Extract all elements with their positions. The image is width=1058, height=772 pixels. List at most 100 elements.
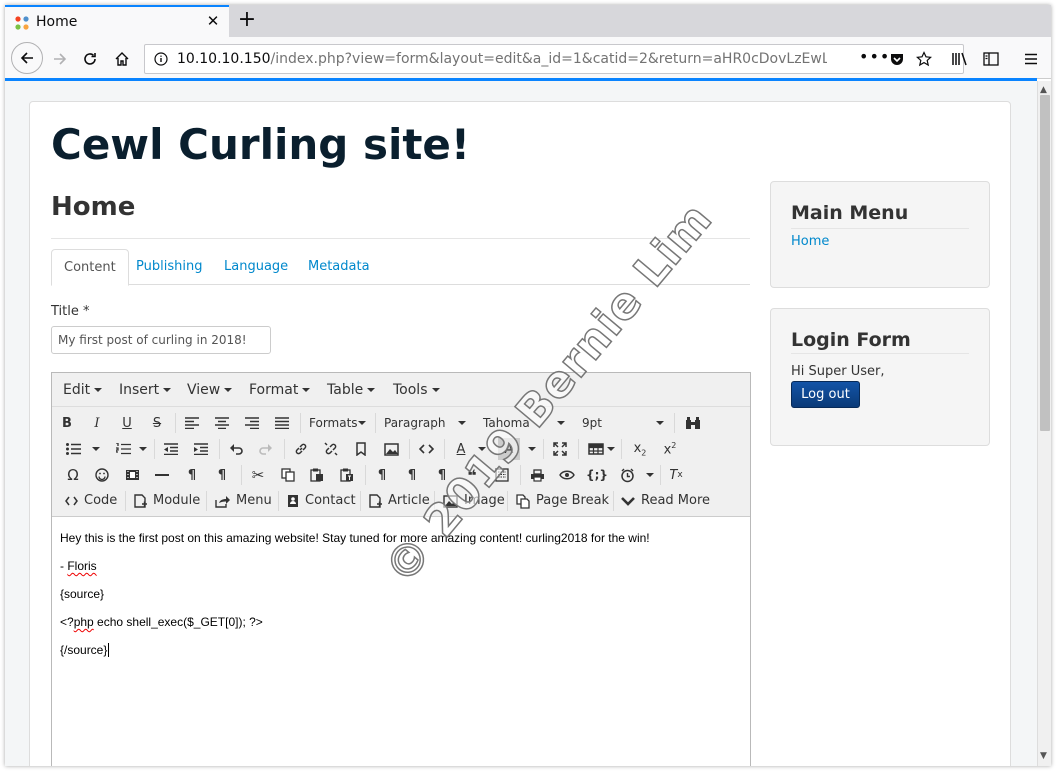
nonbreaking-icon[interactable]: ¶	[431, 464, 453, 486]
pocket-icon[interactable]	[889, 51, 905, 71]
chevron-down-icon[interactable]	[478, 438, 486, 460]
tab-metadata[interactable]: Metadata	[296, 249, 382, 285]
home-button[interactable]	[109, 46, 135, 72]
content-paragraph: Hey this is the first post on this amazi…	[60, 531, 650, 545]
info-icon[interactable]	[154, 52, 168, 70]
blockquote-icon[interactable]: ❝	[461, 464, 483, 486]
underline-button[interactable]: U	[116, 412, 138, 434]
ltr-direction-icon[interactable]: ¶	[181, 464, 203, 486]
menu-table[interactable]: Table	[327, 382, 375, 398]
tab-content[interactable]: Content	[51, 249, 129, 286]
chevron-down-icon[interactable]	[92, 438, 100, 460]
align-right-icon[interactable]	[241, 412, 263, 434]
outdent-icon[interactable]	[160, 438, 182, 460]
link-icon[interactable]	[290, 438, 312, 460]
menu-insert[interactable]: Insert	[119, 382, 171, 398]
browser-tab[interactable]: Home ✕	[5, 5, 229, 37]
forward-button[interactable]	[47, 46, 73, 72]
insert-image-icon[interactable]	[380, 438, 402, 460]
align-left-icon[interactable]	[181, 412, 203, 434]
unlink-icon[interactable]	[320, 438, 342, 460]
main-menu-home-link[interactable]: Home	[791, 234, 829, 249]
back-button[interactable]	[11, 42, 43, 74]
article-button[interactable]: Article	[369, 490, 430, 512]
block-format-dropdown[interactable]: Paragraph	[384, 412, 466, 434]
fullscreen-icon[interactable]	[549, 438, 571, 460]
title-input[interactable]: My first post of curling in 2018!	[51, 326, 271, 354]
paste-text-icon[interactable]	[336, 464, 358, 486]
numbered-list-icon[interactable]	[112, 438, 134, 460]
background-color-icon[interactable]: A	[498, 438, 520, 460]
page-scrollbar[interactable]: ▲ ▼	[1037, 81, 1051, 766]
scroll-down-arrow-icon[interactable]: ▼	[1040, 751, 1047, 761]
indent-icon[interactable]	[190, 438, 212, 460]
preview-eye-icon[interactable]	[556, 464, 578, 486]
site-title[interactable]: Cewl Curling site!	[51, 120, 470, 169]
clear-formatting-icon[interactable]: Tx	[665, 464, 687, 486]
bullet-list-icon[interactable]	[62, 438, 84, 460]
redo-icon[interactable]	[255, 438, 277, 460]
bookmark-star-icon[interactable]	[916, 51, 932, 71]
url-text: 10.10.10.150/index.php?view=form&layout=…	[177, 51, 827, 67]
read-more-button[interactable]: Read More	[621, 490, 710, 512]
menu-tools[interactable]: Tools	[393, 382, 440, 398]
italic-button[interactable]: I	[86, 412, 108, 434]
tab-publishing[interactable]: Publishing	[124, 249, 214, 285]
menu-format[interactable]: Format	[249, 382, 310, 398]
menu-link-button[interactable]: Menu	[215, 490, 272, 512]
code-button[interactable]: Code	[65, 490, 117, 512]
show-blocks-pilcrow-icon[interactable]: ¶	[371, 464, 393, 486]
chevron-down-icon[interactable]	[528, 438, 536, 460]
superscript-icon[interactable]: x2	[659, 438, 681, 460]
undo-icon[interactable]	[225, 438, 247, 460]
media-film-icon[interactable]	[121, 464, 143, 486]
page-break-button[interactable]: Page Break	[516, 490, 609, 512]
scrollbar-thumb[interactable]	[1040, 95, 1050, 431]
strikethrough-button[interactable]: S	[146, 412, 168, 434]
tab-language[interactable]: Language	[212, 249, 300, 285]
emoticons-icon[interactable]	[91, 464, 113, 486]
menu-button[interactable]	[1018, 46, 1044, 72]
scroll-up-arrow-icon[interactable]: ▲	[1040, 85, 1047, 95]
chevron-down-icon[interactable]	[139, 438, 147, 460]
rtl-direction-icon[interactable]: ¶	[211, 464, 233, 486]
text-color-icon[interactable]: A	[450, 438, 472, 460]
address-bar[interactable]: 10.10.10.150/index.php?view=form&layout=…	[144, 44, 964, 74]
special-character-omega-icon[interactable]: Ω	[62, 464, 84, 486]
image-button[interactable]: Image	[443, 490, 505, 512]
misspelled-word: php	[73, 615, 94, 629]
sidebar-button[interactable]	[978, 46, 1004, 72]
insert-datetime-clock-icon[interactable]	[616, 464, 638, 486]
subscript-icon[interactable]: x2	[629, 438, 651, 460]
menu-view[interactable]: View	[187, 382, 232, 398]
print-icon[interactable]	[526, 464, 548, 486]
horizontal-rule-icon[interactable]	[151, 464, 173, 486]
copy-icon[interactable]	[277, 464, 299, 486]
formats-dropdown[interactable]: Formats	[309, 412, 366, 434]
library-button[interactable]	[947, 46, 973, 72]
module-button[interactable]: Module	[134, 490, 200, 512]
contact-button[interactable]: Contact	[287, 490, 356, 512]
menu-edit[interactable]: Edit	[63, 382, 102, 398]
visual-chars-pilcrow-icon[interactable]: ¶	[401, 464, 423, 486]
chevron-down-icon[interactable]	[646, 464, 654, 486]
logout-button[interactable]: Log out	[791, 381, 860, 408]
font-family-dropdown[interactable]: Tahoma	[483, 412, 565, 434]
find-replace-binoculars-icon[interactable]	[682, 412, 704, 434]
bold-button[interactable]: B	[56, 412, 78, 434]
chevron-down-icon[interactable]	[607, 438, 615, 460]
paste-icon[interactable]	[306, 464, 328, 486]
new-tab-button[interactable]: +	[235, 9, 259, 33]
page-actions-icon[interactable]: •••	[859, 47, 890, 66]
close-tab-icon[interactable]: ✕	[203, 11, 223, 31]
align-center-icon[interactable]	[211, 412, 233, 434]
font-size-dropdown[interactable]: 9pt	[582, 412, 664, 434]
template-icon[interactable]	[491, 464, 513, 486]
cut-scissors-icon[interactable]: ✂	[247, 464, 269, 486]
align-justify-icon[interactable]	[271, 412, 293, 434]
code-sample-icon[interactable]: {;}	[586, 464, 608, 486]
source-code-icon[interactable]	[415, 438, 437, 460]
anchor-bookmark-icon[interactable]	[350, 438, 372, 460]
table-icon[interactable]	[585, 438, 607, 460]
reload-button[interactable]	[77, 46, 103, 72]
